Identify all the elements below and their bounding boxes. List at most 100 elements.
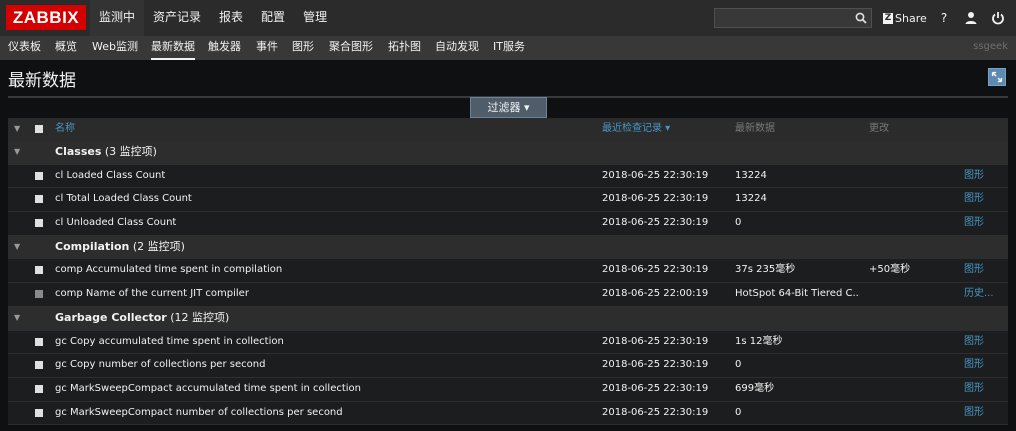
item-last-value: 13224	[735, 169, 767, 181]
header-last-value: 最新数据	[735, 123, 775, 134]
menu-monitoring[interactable]: 监测中	[90, 0, 145, 36]
table-row: gc MarkSweepCompact number of collection…	[8, 401, 1008, 426]
share-z-icon: Z	[883, 12, 893, 24]
graph-link[interactable]: 图形	[964, 402, 984, 424]
collapse-group-icon[interactable]: ▼	[14, 307, 20, 329]
row-checkbox[interactable]	[35, 171, 43, 180]
header-change: 更改	[869, 123, 889, 134]
item-name: gc MarkSweepCompact number of collection…	[55, 406, 343, 418]
collapse-all-icon[interactable]: ▼	[14, 118, 20, 140]
submenu-maps[interactable]: 拓扑图	[388, 36, 421, 60]
item-last-value: 0	[735, 406, 742, 418]
submenu-triggers[interactable]: 触发器	[208, 36, 241, 60]
item-name: gc Copy number of collections per second	[55, 359, 266, 371]
item-last-value: 13224	[735, 193, 767, 205]
item-last-check: 2018-06-25 22:30:19	[602, 335, 709, 347]
table-row: cl Total Loaded Class Count 2018-06-25 2…	[8, 188, 1008, 213]
search-icon[interactable]	[855, 12, 867, 24]
row-checkbox[interactable]	[35, 361, 43, 370]
submenu-dashboard[interactable]: 仪表板	[8, 36, 41, 60]
group-row: ▼ Garbage Collector (12 监控项)	[8, 306, 1008, 331]
row-checkbox[interactable]	[35, 266, 43, 275]
group-label: Compilation (2 监控项)	[55, 239, 185, 253]
group-label: Classes (3 监控项)	[55, 145, 157, 158]
submenu-discovery[interactable]: 自动发现	[435, 36, 479, 60]
sub-menu: 仪表板 概览 Web监测 最新数据 触发器 事件 图形 聚合图形 拓扑图 自动发…	[0, 36, 1016, 60]
table-row: gc Copy accumulated time spent in collec…	[8, 330, 1008, 355]
submenu-latest-data[interactable]: 最新数据	[151, 36, 195, 60]
item-last-value: 0	[735, 359, 742, 371]
item-last-value: HotSpot 64-Bit Tiered C...	[735, 288, 860, 300]
row-checkbox[interactable]	[35, 337, 43, 346]
fullscreen-icon[interactable]	[988, 68, 1006, 86]
header-name[interactable]: 名称	[55, 118, 75, 140]
item-last-value: 37s 235毫秒	[735, 264, 796, 276]
item-last-check: 2018-06-25 22:30:19	[602, 406, 709, 418]
collapse-group-icon[interactable]: ▼	[14, 236, 20, 258]
graph-link[interactable]: 图形	[964, 331, 984, 353]
menu-administration[interactable]: 管理	[294, 0, 336, 36]
submenu-overview[interactable]: 概览	[55, 36, 77, 60]
power-icon[interactable]	[990, 10, 1006, 26]
item-last-check: 2018-06-25 22:30:19	[602, 264, 709, 276]
item-name: comp Name of the current JIT compiler	[55, 288, 249, 300]
share-label: Share	[895, 11, 927, 25]
item-last-value: 699毫秒	[735, 382, 775, 394]
row-checkbox[interactable]	[35, 219, 43, 228]
row-checkbox[interactable]	[35, 195, 43, 204]
submenu-web[interactable]: Web监测	[92, 36, 138, 60]
group-row: ▼ Compilation (2 监控项)	[8, 235, 1008, 260]
table-row: gc MarkSweepCompact accumulated time spe…	[8, 377, 1008, 402]
zabbix-logo[interactable]: ZABBIX	[6, 5, 86, 30]
help-icon[interactable]: ?	[936, 10, 952, 26]
item-name: cl Total Loaded Class Count	[55, 193, 192, 205]
item-last-check: 2018-06-25 22:30:19	[602, 359, 709, 371]
graph-link[interactable]: 图形	[964, 212, 984, 234]
submenu-it-services[interactable]: IT服务	[493, 36, 525, 60]
row-checkbox[interactable]	[35, 290, 43, 299]
table-row: comp Name of the current JIT compiler 20…	[8, 283, 1008, 307]
main-menu: 监测中 资产记录 报表 配置 管理	[90, 0, 336, 36]
table-header: ▼ 名称 最近检查记录 ▾ 最新数据 更改	[8, 118, 1008, 141]
graph-link[interactable]: 图形	[964, 378, 984, 400]
graph-link[interactable]: 图形	[964, 259, 984, 281]
page-title: 最新数据	[8, 71, 76, 91]
collapse-group-icon[interactable]: ▼	[14, 141, 20, 163]
row-checkbox[interactable]	[35, 408, 43, 417]
item-name: cl Unloaded Class Count	[55, 217, 177, 229]
item-last-value: 0	[735, 217, 742, 229]
graph-link[interactable]: 图形	[964, 165, 984, 187]
item-last-check: 2018-06-25 22:30:19	[602, 217, 709, 229]
item-name: cl Loaded Class Count	[55, 169, 166, 181]
item-name: comp Accumulated time spent in compilati…	[55, 264, 283, 276]
user-icon[interactable]	[963, 10, 979, 26]
item-last-check: 2018-06-25 22:30:19	[602, 382, 709, 394]
item-last-check: 2018-06-25 22:30:19	[602, 169, 709, 181]
table-row: cl Unloaded Class Count 2018-06-25 22:30…	[8, 212, 1008, 236]
item-change: +50毫秒	[869, 264, 911, 276]
search-input[interactable]	[715, 9, 851, 27]
table-row: cl Loaded Class Count 2018-06-25 22:30:1…	[8, 164, 1008, 189]
table-row: comp Accumulated time spent in compilati…	[8, 259, 1008, 284]
submenu-screens[interactable]: 聚合图形	[329, 36, 373, 60]
latest-data-table: ▼ 名称 最近检查记录 ▾ 最新数据 更改 ▼ Classes (3 监控项) …	[8, 118, 1008, 426]
graph-link[interactable]: 图形	[964, 354, 984, 376]
filter-toggle-button[interactable]: 过滤器 ▾	[470, 97, 547, 118]
submenu-graphs[interactable]: 图形	[292, 36, 314, 60]
submenu-events[interactable]: 事件	[256, 36, 278, 60]
graph-link[interactable]: 图形	[964, 188, 984, 210]
search-box	[714, 8, 872, 28]
menu-reports[interactable]: 报表	[210, 0, 252, 36]
share-button[interactable]: Z Share	[883, 10, 927, 26]
item-name: gc Copy accumulated time spent in collec…	[55, 335, 284, 347]
group-label: Garbage Collector (12 监控项)	[55, 310, 230, 324]
top-navigation-bar: ZABBIX 监测中 资产记录 报表 配置 管理 Z Share ?	[0, 0, 1016, 36]
row-checkbox[interactable]	[35, 384, 43, 393]
menu-inventory[interactable]: 资产记录	[144, 0, 210, 36]
item-last-check: 2018-06-25 22:30:19	[602, 193, 709, 205]
menu-configuration[interactable]: 配置	[252, 0, 294, 36]
select-all-checkbox[interactable]	[35, 125, 43, 133]
header-last-check[interactable]: 最近检查记录 ▾	[602, 118, 670, 140]
history-link[interactable]: 历史...	[964, 283, 994, 305]
username-label: ssgeek	[973, 41, 1008, 52]
